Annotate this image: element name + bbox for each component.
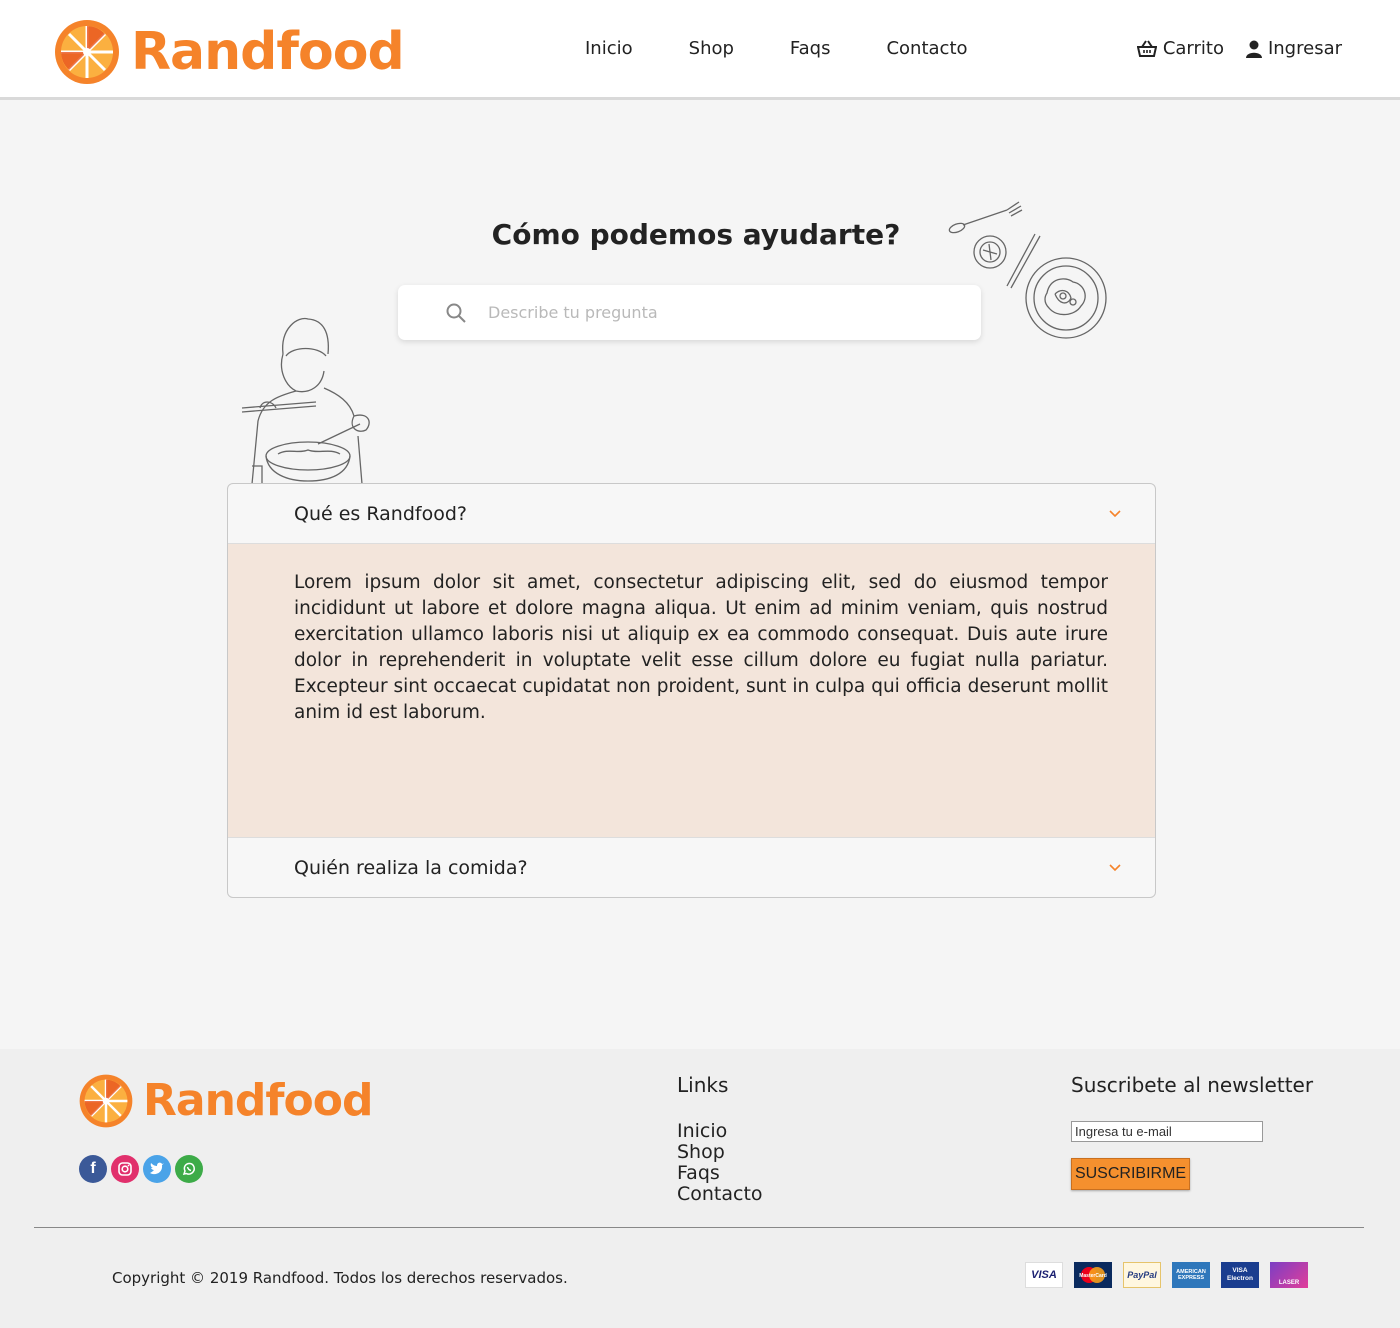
footer-link-inicio[interactable]: Inicio [677,1121,763,1142]
visa-electron-icon: VISA Electron [1221,1262,1259,1288]
faq-accordion: Qué es Randfood? Lorem ipsum dolor sit a… [227,483,1156,898]
site-header: Randfood Inicio Shop Faqs Contacto Carri… [0,0,1400,100]
facebook-icon[interactable]: f [79,1155,107,1183]
faq-answer-text: Lorem ipsum dolor sit amet, consectetur … [294,572,1108,723]
twitter-icon[interactable] [143,1155,171,1183]
footer-links-title: Links [677,1073,729,1097]
search-input[interactable] [488,303,908,322]
orange-slice-icon [55,20,119,84]
copyright-text: Copyright © 2019 Randfood. Todos los der… [112,1269,568,1287]
newsletter-email-input[interactable] [1071,1121,1263,1142]
chevron-down-icon[interactable] [1109,509,1121,518]
subscribe-button[interactable]: SUSCRIBIRME [1071,1158,1190,1190]
faq-question-1[interactable]: Qué es Randfood? [228,484,1155,543]
faq-answer-1: Lorem ipsum dolor sit amet, consectetur … [228,543,1155,838]
plate-cutlery-illustration [948,201,1107,339]
footer-link-contacto[interactable]: Contacto [677,1184,763,1205]
faq-question-2[interactable]: Quién realiza la comida? [228,838,1155,897]
svg-text:MasterCard: MasterCard [1079,1273,1107,1279]
footer-link-shop[interactable]: Shop [677,1142,763,1163]
laser-icon: LASER [1270,1262,1308,1288]
nav-link-inicio[interactable]: Inicio [585,38,633,59]
search-icon [446,303,466,323]
amex-icon: AMERICAN EXPRESS [1172,1262,1210,1288]
payment-methods: VISA MasterCard PayPal AMERICAN EXPRESS … [1025,1262,1319,1288]
logo-text: Randfood [131,22,405,82]
page-title: Cómo podemos ayudarte? [491,218,901,251]
footer-link-faqs[interactable]: Faqs [677,1163,763,1184]
newsletter: Suscribete al newsletter SUSCRIBIRME [1071,1073,1313,1190]
footer-logo-text: Randfood [143,1075,373,1126]
logo[interactable]: Randfood [53,18,405,86]
site-footer: Randfood f Links Inicio Shop Faqs Contac… [0,1049,1400,1328]
footer-links: Links Inicio Shop Faqs Contacto [677,1073,763,1205]
chevron-down-icon[interactable] [1109,863,1121,872]
instagram-icon[interactable] [111,1155,139,1183]
basket-icon [1136,39,1157,57]
header-actions: Carrito Ingresar [1115,38,1342,59]
faq-question-text: Qué es Randfood? [294,502,467,525]
cart-label: Carrito [1162,38,1224,59]
main-nav: Inicio Shop Faqs Contacto [585,38,1024,59]
cart-button[interactable]: Carrito [1136,38,1224,59]
paypal-icon: PayPal [1123,1262,1161,1288]
social-links: f [79,1155,207,1183]
newsletter-title: Suscribete al newsletter [1071,1073,1314,1097]
footer-divider [34,1227,1364,1228]
footer-logo[interactable]: Randfood [78,1073,373,1129]
mastercard-icon: MasterCard [1074,1262,1112,1288]
nav-link-shop[interactable]: Shop [689,38,734,59]
login-button[interactable]: Ingresar [1245,38,1342,59]
nav-link-faqs[interactable]: Faqs [790,38,831,59]
nav-link-contacto[interactable]: Contacto [886,38,967,59]
faq-question-text: Quién realiza la comida? [294,856,528,879]
chef-eating-illustration [241,317,370,484]
user-icon [1245,40,1262,58]
orange-slice-icon [79,1074,133,1128]
whatsapp-icon[interactable] [175,1155,203,1183]
search-box[interactable] [398,285,981,340]
login-label: Ingresar [1267,38,1342,59]
visa-card-icon: VISA [1025,1262,1063,1288]
